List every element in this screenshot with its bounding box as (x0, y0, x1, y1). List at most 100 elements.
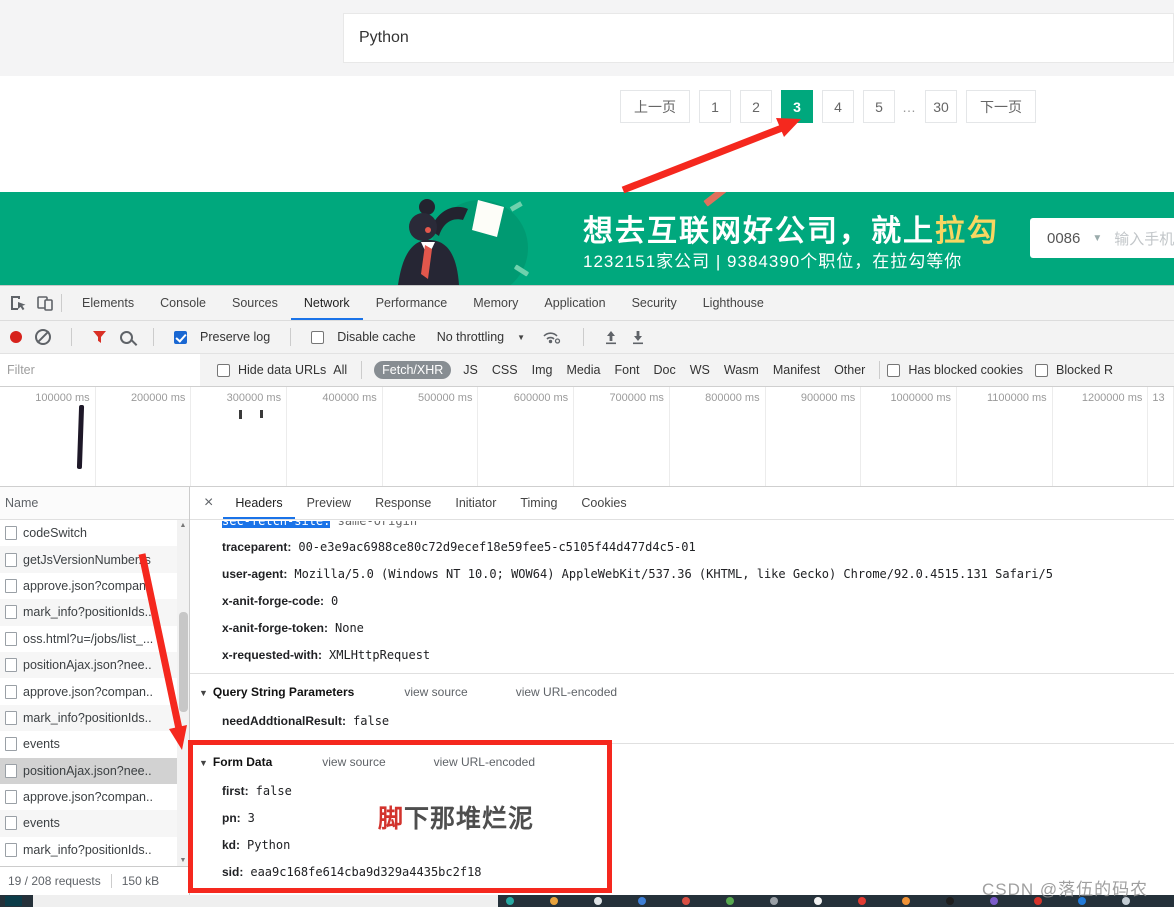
tab-headers[interactable]: Headers (223, 487, 294, 519)
request-row[interactable]: oss.html?u=/jobs/list_... (0, 626, 177, 652)
timeline-tick: 300000 ms (191, 387, 287, 486)
pagination-prev-button[interactable]: 上一页 (620, 90, 690, 123)
tab-lighthouse[interactable]: Lighthouse (690, 286, 777, 320)
taskbar-icon[interactable] (550, 897, 558, 905)
tab-console[interactable]: Console (147, 286, 219, 320)
search-icon[interactable] (120, 331, 133, 344)
phone-country-code[interactable]: 0086 (1047, 230, 1080, 247)
disable-cache-checkbox[interactable] (311, 331, 324, 344)
request-row[interactable]: events (0, 731, 177, 757)
timeline-tick: 1100000 ms (957, 387, 1053, 486)
filter-type-ws[interactable]: WS (690, 363, 710, 377)
tab-network[interactable]: Network (291, 286, 363, 320)
pagination-next-button[interactable]: 下一页 (966, 90, 1036, 123)
request-row[interactable]: codeSwitch (0, 520, 177, 546)
filter-type-css[interactable]: CSS (492, 363, 518, 377)
filter-type-manifest[interactable]: Manifest (773, 363, 820, 377)
taskbar-icon[interactable] (594, 897, 602, 905)
clear-icon[interactable] (35, 329, 51, 345)
search-input-value: Python (359, 29, 409, 47)
preserve-log-label: Preserve log (200, 330, 270, 344)
request-row-selected[interactable]: positionAjax.json?nee.. (0, 758, 177, 784)
watermark-stamp: 脚下那堆烂泥 (378, 799, 534, 835)
header-row: user-agent:Mozilla/5.0 (Windows NT 10.0;… (222, 561, 1174, 588)
request-row[interactable]: events (0, 810, 177, 836)
filter-type-js[interactable]: JS (463, 363, 478, 377)
taskbar-icon[interactable] (726, 897, 734, 905)
tab-memory[interactable]: Memory (460, 286, 531, 320)
request-row[interactable]: mark_info?positionIds.. (0, 705, 177, 731)
request-row[interactable]: getJsVersionNumber.js (0, 546, 177, 572)
tab-preview[interactable]: Preview (295, 487, 363, 519)
request-list-column-header[interactable]: Name (0, 487, 189, 520)
blocked-requests-checkbox[interactable] (1035, 364, 1048, 377)
tab-security[interactable]: Security (619, 286, 690, 320)
taskbar-icon[interactable] (682, 897, 690, 905)
filter-type-all[interactable]: All (333, 363, 347, 377)
has-blocked-cookies-label: Has blocked cookies (908, 363, 1023, 377)
tab-application[interactable]: Application (531, 286, 618, 320)
timeline-tick: 700000 ms (574, 387, 670, 486)
tab-cookies[interactable]: Cookies (569, 487, 638, 519)
request-row[interactable]: mark_info?positionIds.. (0, 599, 177, 625)
pagination-page-1[interactable]: 1 (699, 90, 731, 123)
view-url-encoded-link[interactable]: view URL-encoded (516, 685, 617, 699)
taskbar-icon[interactable] (902, 897, 910, 905)
pagination-page-2[interactable]: 2 (740, 90, 772, 123)
start-button[interactable] (5, 896, 22, 906)
tab-timing[interactable]: Timing (508, 487, 569, 519)
filter-type-doc[interactable]: Doc (654, 363, 676, 377)
inspect-element-icon[interactable] (9, 294, 27, 312)
taskbar-icon[interactable] (638, 897, 646, 905)
tab-sources[interactable]: Sources (219, 286, 291, 320)
pagination-page-5[interactable]: 5 (863, 90, 895, 123)
banner-decoration-dash (703, 192, 726, 207)
view-source-link[interactable]: view source (404, 685, 467, 699)
scroll-up-icon[interactable]: ▲ (177, 522, 189, 529)
request-row[interactable]: mark_info?positionIds.. (0, 837, 177, 863)
filter-type-img[interactable]: Img (532, 363, 553, 377)
network-conditions-icon[interactable] (542, 329, 563, 345)
filter-input[interactable]: Filter (0, 354, 200, 386)
tab-elements[interactable]: Elements (69, 286, 147, 320)
filter-type-media[interactable]: Media (566, 363, 600, 377)
scrollbar-thumb[interactable] (179, 612, 188, 712)
has-blocked-cookies-checkbox[interactable] (887, 364, 900, 377)
record-icon[interactable] (10, 331, 22, 343)
timeline-tick: 13 (1148, 387, 1174, 486)
taskbar-icon[interactable] (858, 897, 866, 905)
pagination-page-30[interactable]: 30 (925, 90, 957, 123)
taskbar-icon[interactable] (770, 897, 778, 905)
hide-data-urls-checkbox[interactable] (217, 364, 230, 377)
request-row[interactable]: approve.json?compan.. (0, 678, 177, 704)
filter-type-wasm[interactable]: Wasm (724, 363, 759, 377)
taskbar-search-box[interactable] (33, 895, 498, 907)
phone-input[interactable]: 0086 ▼ 输入手机号 (1030, 218, 1174, 258)
tab-initiator[interactable]: Initiator (443, 487, 508, 519)
request-row[interactable]: positionAjax.json?nee.. (0, 652, 177, 678)
pagination-page-3-active[interactable]: 3 (781, 90, 813, 123)
search-input[interactable]: Python (343, 13, 1174, 63)
device-toolbar-icon[interactable] (36, 294, 54, 312)
import-har-icon[interactable] (604, 330, 618, 345)
network-overview-timeline[interactable]: 100000 ms 200000 ms 300000 ms 400000 ms … (0, 387, 1174, 487)
close-icon[interactable]: × (194, 494, 223, 512)
tab-performance[interactable]: Performance (363, 286, 461, 320)
tab-response[interactable]: Response (363, 487, 443, 519)
expander-triangle-icon[interactable]: ▼ (199, 688, 208, 698)
request-row[interactable]: approve.json?compan.. (0, 573, 177, 599)
filter-type-other[interactable]: Other (834, 363, 865, 377)
filter-type-fetch-xhr-active[interactable]: Fetch/XHR (374, 361, 451, 379)
chevron-down-icon[interactable]: ▼ (517, 333, 525, 342)
preserve-log-checkbox[interactable] (174, 331, 187, 344)
filter-type-font[interactable]: Font (614, 363, 639, 377)
taskbar-icon[interactable] (946, 897, 954, 905)
pagination-page-4[interactable]: 4 (822, 90, 854, 123)
request-row[interactable]: approve.json?compan.. (0, 784, 177, 810)
timeline-tick: 400000 ms (287, 387, 383, 486)
taskbar-icon[interactable] (506, 897, 514, 905)
taskbar-icon[interactable] (814, 897, 822, 905)
filter-funnel-icon[interactable] (92, 330, 107, 344)
export-har-icon[interactable] (631, 330, 645, 345)
throttling-dropdown[interactable]: No throttling (437, 330, 504, 344)
